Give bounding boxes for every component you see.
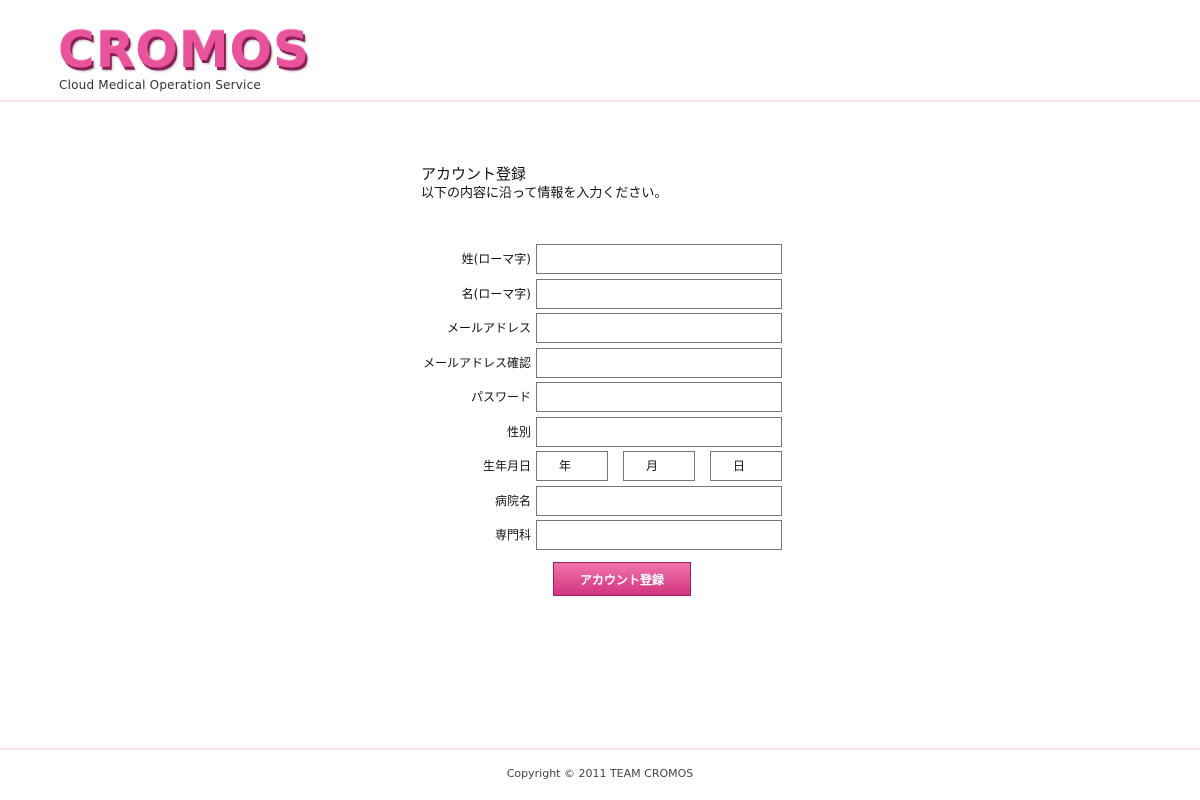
intro-section: アカウント登録 以下の内容に沿って情報を入力ください。 — [421, 164, 667, 204]
birth-month-field[interactable]: 月 — [623, 451, 695, 481]
form-row-birthdate: 生年月日 年 月 日 — [421, 451, 783, 481]
form-row-password: パスワード — [421, 382, 783, 412]
gender-label: 性別 — [506, 424, 531, 439]
birth-year-field[interactable]: 年 — [536, 451, 608, 481]
birth-year-unit: 年 — [559, 459, 572, 473]
cromos-logo[interactable]: CROMOS Cloud Medical Operation Service — [58, 24, 309, 96]
birthdate-label: 生年月日 — [482, 459, 531, 473]
birth-month-unit: 月 — [646, 459, 659, 473]
site-header: CROMOS Cloud Medical Operation Service — [0, 0, 1200, 100]
page-description: 以下の内容に沿って情報を入力ください。 — [421, 186, 668, 201]
form-row-last-name: 姓(ローマ字) — [421, 244, 783, 274]
email-confirm-label: メールアドレス確認 — [422, 355, 531, 370]
birth-day-unit: 日 — [733, 459, 746, 473]
specialty-label: 専門科 — [494, 528, 531, 542]
register-account-button[interactable]: アカウント登録 — [553, 562, 691, 596]
hospital-label: 病院名 — [494, 493, 531, 508]
logo-wordmark: CROMOS — [58, 21, 310, 79]
form-row-specialty: 専門科 — [421, 520, 783, 550]
specialty-input[interactable] — [536, 520, 782, 550]
email-label: メールアドレス — [446, 321, 531, 335]
first-name-label: 名(ローマ字) — [461, 286, 531, 301]
form-row-gender: 性別 — [421, 416, 783, 447]
form-row-hospital: 病院名 — [421, 485, 783, 516]
gender-input[interactable] — [536, 416, 782, 447]
form-row-email: メールアドレス — [421, 313, 783, 343]
account-registration-form: 姓(ローマ字) 名(ローマ字) メールアドレス メールアドレス確認 パスワード … — [421, 244, 783, 555]
password-label: パスワード — [470, 390, 531, 404]
copyright-text: Copyright © 2011 TEAM CROMOS — [506, 767, 694, 780]
form-row-email-confirm: メールアドレス確認 — [421, 347, 783, 378]
header-divider — [0, 100, 1200, 102]
first-name-input[interactable] — [536, 278, 782, 309]
password-input[interactable] — [536, 382, 782, 412]
footer-divider — [0, 748, 1200, 750]
last-name-label: 姓(ローマ字) — [461, 252, 531, 266]
page-title: アカウント登録 — [421, 165, 527, 183]
form-row-first-name: 名(ローマ字) — [421, 278, 783, 309]
birth-day-field[interactable]: 日 — [710, 451, 782, 481]
email-confirm-input[interactable] — [536, 347, 782, 378]
email-input[interactable] — [536, 313, 782, 343]
copyright-notice: Copyright © 2011 TEAM CROMOS — [0, 767, 1200, 780]
logo-subtitle: Cloud Medical Operation Service — [59, 78, 261, 92]
last-name-input[interactable] — [536, 244, 782, 274]
hospital-input[interactable] — [536, 485, 782, 516]
